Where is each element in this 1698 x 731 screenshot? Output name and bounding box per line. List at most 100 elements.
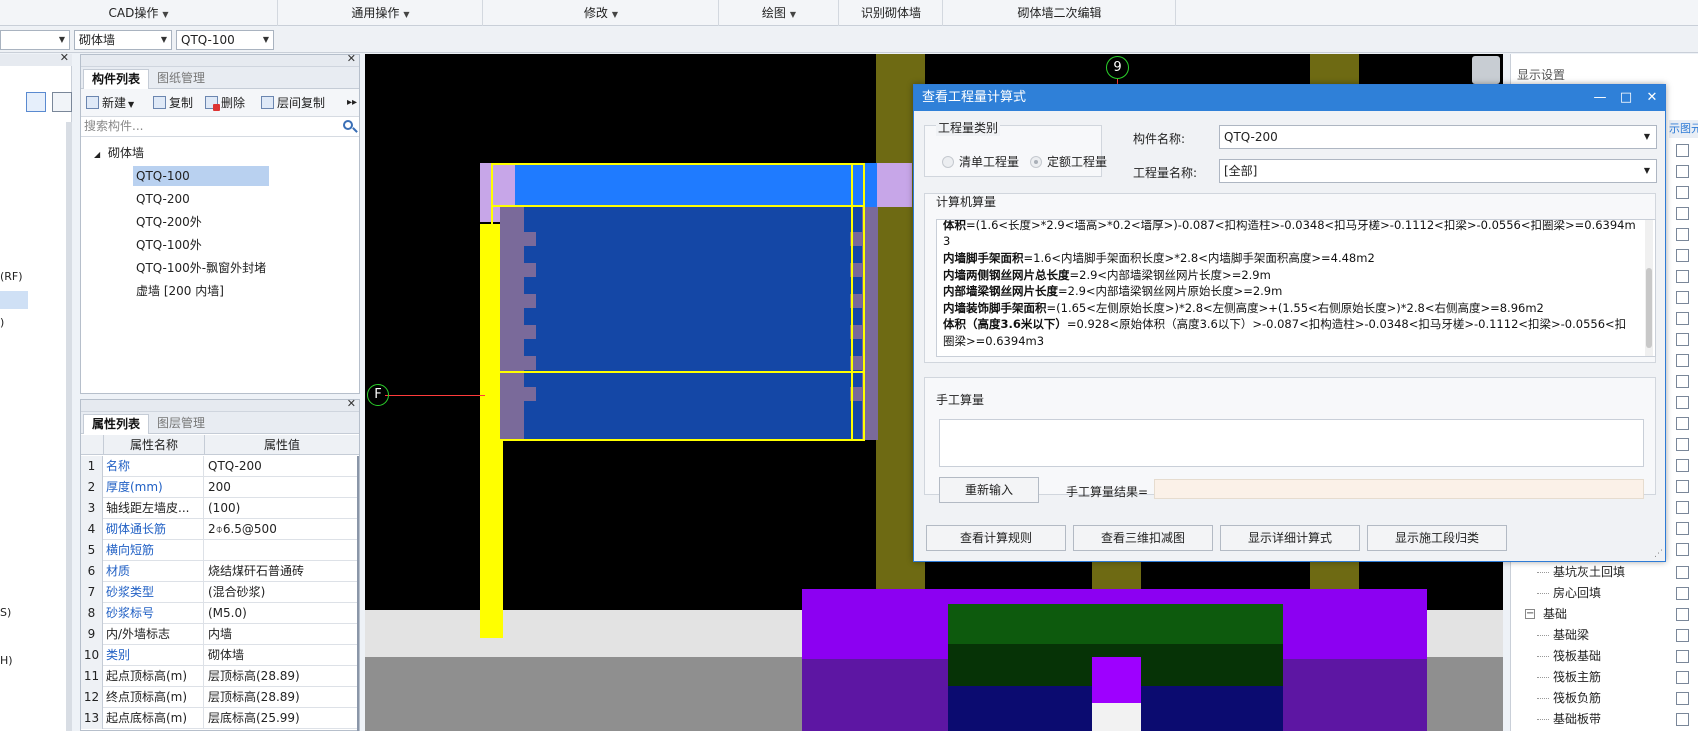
manual-calc-input[interactable] bbox=[939, 419, 1644, 467]
type-select[interactable]: 砌体墙 ▼ bbox=[74, 30, 172, 50]
tab-property-list[interactable]: 属性列表 bbox=[83, 414, 150, 434]
checkbox[interactable] bbox=[1676, 333, 1689, 346]
table-row[interactable]: 6 材质 烧结煤矸石普通砖 bbox=[81, 561, 359, 582]
show-construction-section-button[interactable]: 显示施工段归类 bbox=[1367, 525, 1507, 551]
view-3d-deduction-button[interactable]: 查看三维扣减图 bbox=[1073, 525, 1213, 551]
property-value[interactable]: 层底标高(25.99) bbox=[205, 708, 359, 729]
maximize-icon[interactable]: □ bbox=[1613, 85, 1639, 111]
tree-item-qtq-200[interactable]: QTQ-200 bbox=[133, 189, 193, 209]
view-calc-rules-button[interactable]: 查看计算规则 bbox=[926, 525, 1066, 551]
nav-item[interactable]: ) bbox=[0, 316, 4, 329]
table-row[interactable]: 12 终点顶标高(m) 层顶标高(28.89) bbox=[81, 687, 359, 708]
table-row[interactable]: 11 起点顶标高(m) 层顶标高(28.89) bbox=[81, 666, 359, 687]
menu-general-ops[interactable]: 通用操作 ▼ bbox=[279, 0, 483, 26]
tree-item-qtq-200-ext[interactable]: QTQ-200外 bbox=[133, 212, 205, 232]
tree-expander[interactable]: ◢ bbox=[91, 143, 103, 163]
property-value[interactable]: 砌体墙 bbox=[205, 645, 359, 666]
resize-grip-icon[interactable]: ⋰ bbox=[1654, 549, 1663, 559]
tree-item-qtq-100[interactable]: QTQ-100 bbox=[133, 166, 269, 186]
close-icon[interactable]: ✕ bbox=[60, 51, 69, 64]
property-value[interactable]: 2⌽6.5@500 bbox=[205, 519, 359, 540]
menu-identify-masonry[interactable]: 识别砌体墙 bbox=[840, 0, 943, 26]
settings-item[interactable]: 房心回填 bbox=[1511, 583, 1698, 604]
axis-marker-f[interactable]: F bbox=[367, 384, 389, 406]
table-row[interactable]: 8 砂浆标号 (M5.0) bbox=[81, 603, 359, 624]
table-row[interactable]: 9 内/外墙标志 内墙 bbox=[81, 624, 359, 645]
table-row[interactable]: 3 轴线距左墙皮... (100) bbox=[81, 498, 359, 519]
settings-item[interactable]: 基础板带 bbox=[1511, 709, 1698, 730]
table-row[interactable]: 1 名称 QTQ-200 bbox=[81, 456, 359, 477]
checkbox[interactable] bbox=[1676, 543, 1689, 556]
manual-result-field[interactable] bbox=[1154, 479, 1644, 499]
nav-item-selected[interactable] bbox=[0, 291, 28, 309]
delete-button[interactable]: 删除 bbox=[205, 94, 245, 112]
column-white[interactable] bbox=[1092, 703, 1141, 731]
checkbox[interactable] bbox=[1676, 438, 1689, 451]
checkbox[interactable] bbox=[1676, 566, 1689, 579]
close-icon[interactable]: ✕ bbox=[1639, 85, 1665, 111]
radio-list-qty[interactable]: 清单工程量 bbox=[942, 153, 1019, 170]
property-value[interactable]: 内墙 bbox=[205, 624, 359, 645]
table-row[interactable]: 10 类别 砌体墙 bbox=[81, 645, 359, 666]
grid-view-icon[interactable] bbox=[52, 92, 72, 112]
property-value[interactable]: 烧结煤矸石普通砖 bbox=[205, 561, 359, 582]
property-value[interactable]: (100) bbox=[205, 498, 359, 519]
dialog-titlebar[interactable]: 查看工程量计算式 — □ ✕ bbox=[914, 85, 1665, 111]
close-icon[interactable]: ✕ bbox=[347, 52, 356, 65]
settings-item[interactable]: 筏板主筋 bbox=[1511, 667, 1698, 688]
new-button[interactable]: 新建 ▼ bbox=[86, 94, 134, 112]
tree-item-qtq-100-bay[interactable]: QTQ-100外-飘窗外封堵 bbox=[133, 258, 269, 278]
tab-layer-management[interactable]: 图层管理 bbox=[149, 414, 213, 434]
menu-cad-ops[interactable]: CAD操作 ▼ bbox=[0, 0, 278, 26]
checkbox[interactable] bbox=[1676, 312, 1689, 325]
table-row[interactable]: 7 砂浆类型 (混合砂浆) bbox=[81, 582, 359, 603]
copy-button[interactable]: 复制 bbox=[153, 94, 193, 112]
checkbox[interactable] bbox=[1676, 417, 1689, 430]
radio-quota-qty[interactable]: 定额工程量 bbox=[1030, 153, 1107, 170]
view-cube-icon[interactable] bbox=[1472, 56, 1500, 84]
nav-item[interactable]: S) bbox=[0, 606, 11, 619]
checkbox[interactable] bbox=[1676, 522, 1689, 535]
floor-select[interactable]: ▼ bbox=[0, 30, 70, 50]
property-value[interactable]: QTQ-200 bbox=[205, 456, 359, 477]
tab-component-list[interactable]: 构件列表 bbox=[83, 69, 150, 89]
search-icon[interactable] bbox=[343, 120, 353, 130]
qty-name-select[interactable]: [全部] ▼ bbox=[1219, 159, 1657, 183]
scrollbar[interactable] bbox=[66, 122, 72, 731]
checkbox[interactable] bbox=[1676, 480, 1689, 493]
wall-cap-right[interactable] bbox=[876, 163, 912, 207]
table-row[interactable]: 5 横向短筋 bbox=[81, 540, 359, 561]
table-row[interactable]: 13 起点底标高(m) 层底标高(25.99) bbox=[81, 708, 359, 729]
settings-item[interactable]: 筏板基础 bbox=[1511, 646, 1698, 667]
scroll-thumb[interactable] bbox=[1646, 268, 1652, 348]
menu-modify[interactable]: 修改 ▼ bbox=[484, 0, 719, 26]
menu-draw[interactable]: 绘图 ▼ bbox=[720, 0, 839, 26]
tree-item-qtq-100-ext[interactable]: QTQ-100外 bbox=[133, 235, 205, 255]
reenter-button[interactable]: 重新输入 bbox=[939, 477, 1039, 503]
checkbox[interactable] bbox=[1676, 587, 1689, 600]
settings-item[interactable]: − 基础 bbox=[1511, 604, 1698, 625]
floor-copy-button[interactable]: 层间复制 bbox=[261, 94, 325, 112]
axis-marker-9[interactable]: 9 bbox=[1106, 56, 1129, 79]
nav-item-rf[interactable]: (RF) bbox=[0, 270, 23, 283]
checkbox[interactable] bbox=[1676, 375, 1689, 388]
checkbox[interactable] bbox=[1676, 249, 1689, 262]
settings-item[interactable]: 基坑灰土回填 bbox=[1511, 562, 1698, 583]
more-icon[interactable]: ▸▸ bbox=[347, 94, 357, 112]
component-select[interactable]: QTQ-100 ▼ bbox=[176, 30, 274, 50]
minimize-icon[interactable]: — bbox=[1587, 85, 1613, 111]
checkbox[interactable] bbox=[1676, 354, 1689, 367]
checkbox[interactable] bbox=[1676, 207, 1689, 220]
checkbox[interactable] bbox=[1676, 165, 1689, 178]
checkbox[interactable] bbox=[1676, 291, 1689, 304]
show-detailed-formula-button[interactable]: 显示详细计算式 bbox=[1220, 525, 1360, 551]
nav-item[interactable]: H) bbox=[0, 654, 13, 667]
checkbox[interactable] bbox=[1676, 671, 1689, 684]
tree-item-virtual-wall[interactable]: 虚墙 [200 内墙] bbox=[133, 281, 227, 301]
list-view-icon[interactable] bbox=[26, 92, 46, 112]
checkbox[interactable] bbox=[1676, 459, 1689, 472]
search-input[interactable]: 搜索构件... bbox=[84, 119, 143, 133]
scrollbar[interactable] bbox=[357, 456, 359, 731]
checkbox[interactable] bbox=[1676, 270, 1689, 283]
collapse-icon[interactable]: − bbox=[1525, 609, 1535, 619]
